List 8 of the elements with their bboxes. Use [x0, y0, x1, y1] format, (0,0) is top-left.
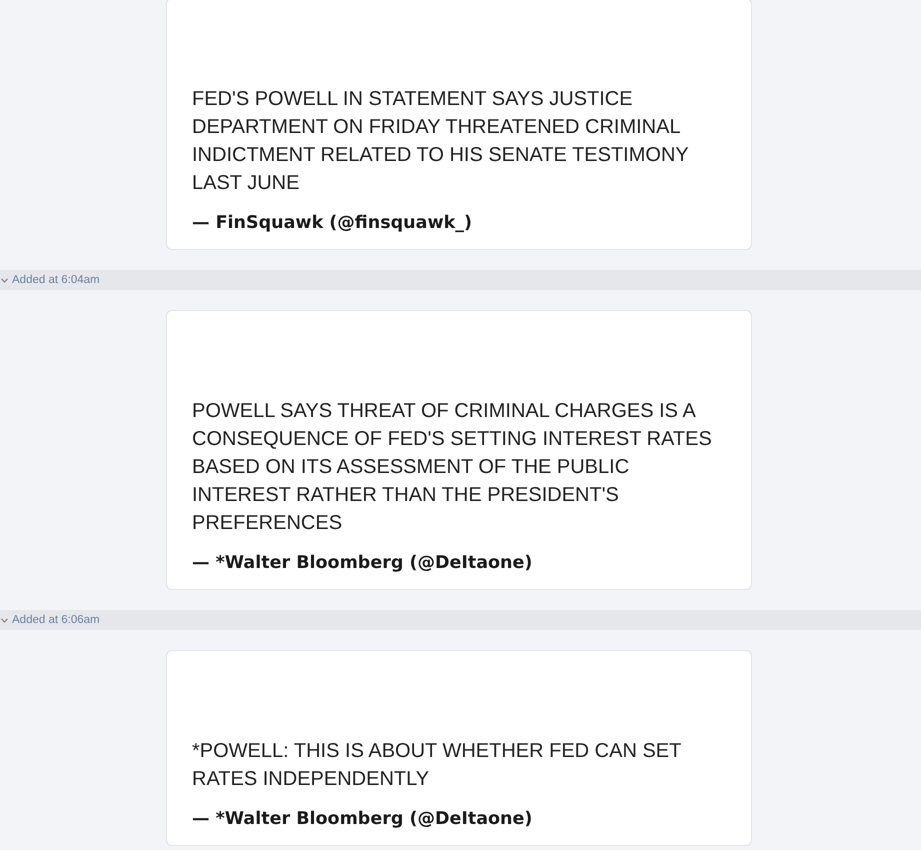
added-time-toggle[interactable]: Added at 6:06am	[0, 610, 921, 630]
post-text: *POWELL: THIS IS ABOUT WHETHER FED CAN SET RATES INDEPENDENTLY	[192, 739, 682, 792]
post-text: FED'S POWELL IN STATEMENT SAYS JUSTICE DEPARTMENT ON FRIDAY THREATENED CRIMINAL INDICTMENT RELATED TO HIS SENATE TESTIMONY LAST JUNE	[192, 87, 690, 196]
added-time-toggle[interactable]: Added at 6:04am	[0, 270, 921, 290]
post-text: POWELL SAYS THREAT OF CRIMINAL CHARGES IS A CONSEQUENCE OF FED'S SETTING INTEREST RATES BASED ON ITS ASSESSMENT OF THE PUBLIC INTEREST RATHER THAN THE PRESIDENT'S PREFERENCES	[192, 399, 713, 536]
post-attribution: — *Walter Bloomberg (@DeItaone)	[192, 808, 534, 831]
post-attribution: — *Walter Bloomberg (@DeItaone)	[192, 552, 534, 575]
post-attribution: — FinSquawk (@finsquawk_)	[192, 212, 473, 235]
